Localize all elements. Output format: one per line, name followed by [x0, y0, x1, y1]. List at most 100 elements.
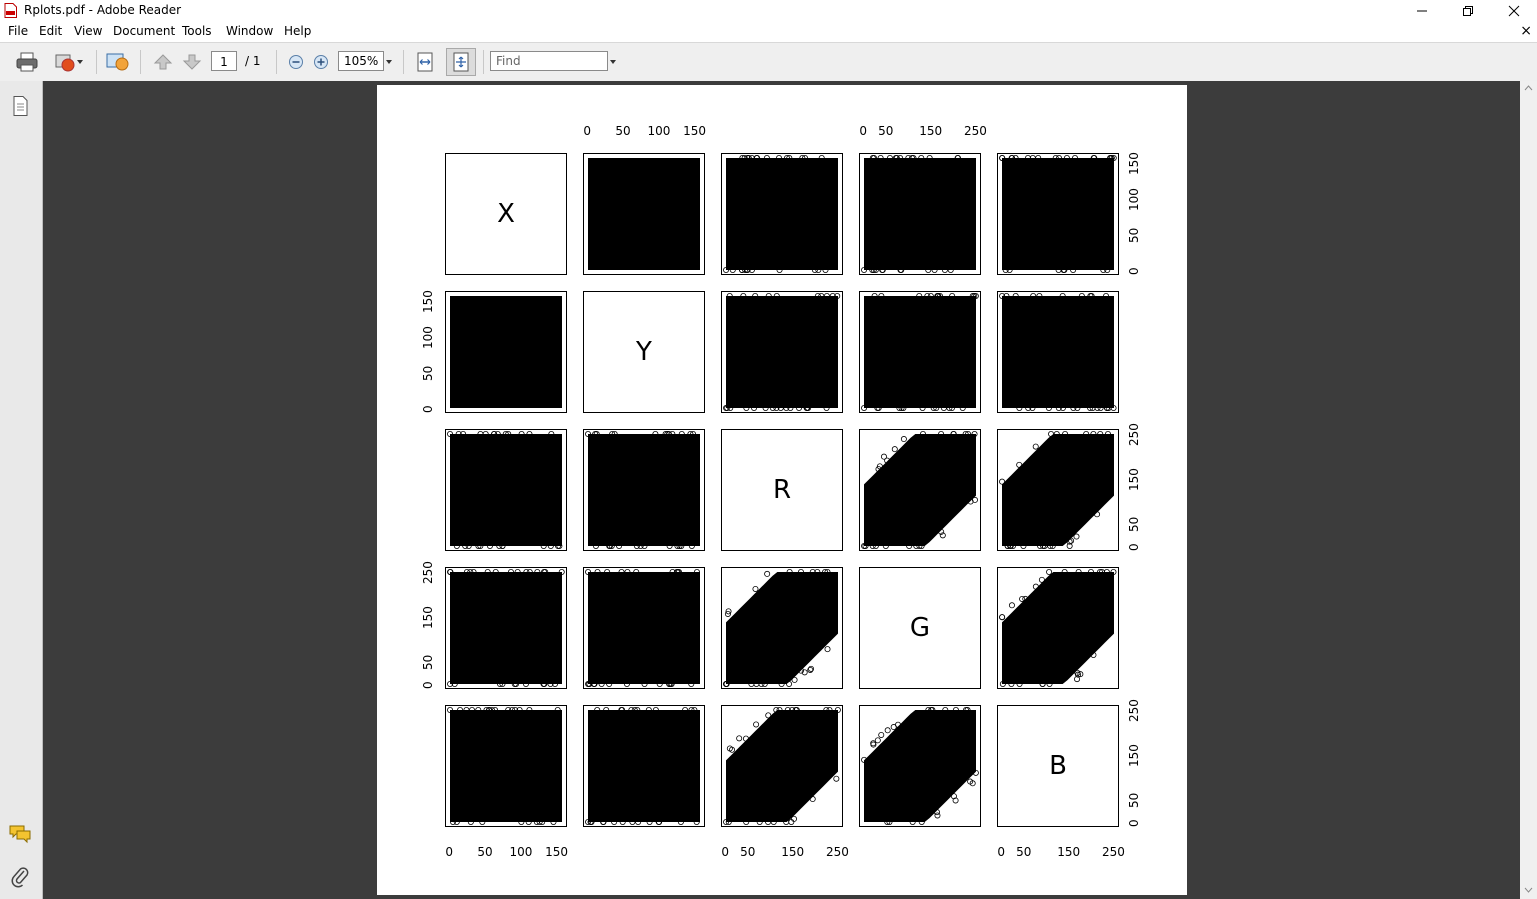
point-cloud — [1002, 572, 1114, 684]
pages-icon — [13, 96, 28, 116]
fit-width-button[interactable] — [413, 51, 437, 73]
next-page-button[interactable] — [179, 51, 205, 73]
point-cloud — [1002, 158, 1114, 270]
axis-tick-label-x: 150 — [1127, 152, 1141, 175]
menu-edit[interactable]: Edit — [39, 24, 62, 38]
toolbar-separator — [276, 50, 277, 74]
axis-tick-label-b: 0 — [1127, 818, 1141, 827]
find-options-button[interactable] — [608, 51, 618, 73]
data-point — [971, 496, 978, 503]
arrow-up-icon — [153, 54, 173, 70]
chevron-down-icon — [610, 60, 616, 64]
axis-tick-label-r: 250 — [1127, 423, 1141, 447]
data-point — [765, 712, 772, 719]
scatter-plot-area — [447, 569, 565, 688]
point-cloud — [864, 296, 976, 408]
point-cloud — [1002, 296, 1114, 408]
point-cloud — [1002, 434, 1114, 546]
data-point — [1073, 533, 1080, 540]
point-cloud — [588, 434, 700, 546]
data-point — [824, 646, 831, 653]
scatter-plot-area — [723, 293, 841, 412]
vertical-scrollbar[interactable] — [1520, 81, 1537, 899]
share-button[interactable] — [50, 51, 88, 73]
print-button[interactable] — [14, 51, 40, 73]
menu-file[interactable]: File — [8, 24, 28, 38]
fit-page-button[interactable] — [446, 48, 476, 76]
printer-icon — [16, 52, 38, 72]
zoom-dropdown-button[interactable] — [384, 51, 394, 73]
menu-window[interactable]: Window — [226, 24, 273, 38]
axis-tick-label-y: 100 — [647, 124, 671, 138]
point-cloud — [588, 572, 700, 684]
point-cloud — [726, 296, 838, 408]
find-input[interactable]: Find — [490, 51, 608, 71]
menu-document[interactable]: Document — [113, 24, 175, 38]
scatter-plot-area — [585, 707, 700, 826]
scatter-plot-area — [585, 569, 700, 688]
zoom-in-icon — [314, 55, 328, 69]
axis-tick-label-b: 0 — [997, 845, 1006, 859]
axis-tick-label-x: 50 — [477, 845, 493, 859]
page-total: / 1 — [245, 54, 261, 68]
fit-width-icon — [417, 52, 433, 72]
scatter-panel-g-r — [721, 567, 843, 689]
scatter-plot-area — [861, 155, 976, 274]
axis-tick-label-x: 50 — [1127, 227, 1141, 243]
scatter-plot-area — [999, 293, 1117, 412]
data-point — [1016, 461, 1023, 468]
scatter-panel-r-y — [583, 429, 705, 551]
axis-tick-label-g: 250 — [963, 124, 987, 138]
point-cloud — [450, 710, 562, 822]
point-cloud — [450, 296, 562, 408]
close-document-icon[interactable]: × — [1520, 23, 1532, 39]
collaborate-button[interactable] — [104, 51, 132, 73]
axis-tick-label-g: 50 — [878, 124, 894, 138]
close-window-button[interactable] — [1491, 0, 1537, 22]
toolbar-separator — [403, 50, 404, 74]
scatter-plot-area — [999, 155, 1117, 274]
restore-button[interactable] — [1445, 0, 1491, 22]
data-point — [752, 585, 759, 592]
menu-tools[interactable]: Tools — [182, 24, 212, 38]
scatter-panel-r-g — [859, 429, 981, 551]
comments-panel-button[interactable] — [8, 824, 32, 847]
comments-icon — [9, 825, 31, 844]
toolbar-separator — [140, 50, 141, 74]
scatter-plot-area — [861, 431, 978, 550]
page-number-input[interactable]: 1 — [211, 51, 237, 71]
scatter-panel-b-x — [445, 705, 567, 827]
zoom-in-button[interactable] — [310, 51, 332, 73]
scatter-plot-area — [723, 707, 841, 826]
scatter-panel-x-g — [859, 153, 981, 275]
diagonal-label-y: Y — [583, 291, 705, 413]
axis-tick-label-y: 100 — [421, 325, 435, 349]
pdf-file-icon — [4, 3, 17, 18]
data-point — [891, 446, 898, 453]
scatter-panel-x-r — [721, 153, 843, 275]
axis-tick-label-r: 150 — [781, 845, 805, 859]
zoom-level-input[interactable]: 105% — [338, 51, 384, 71]
point-cloud — [864, 434, 976, 546]
minimize-button[interactable] — [1399, 0, 1445, 22]
axis-tick-label-r: 250 — [825, 845, 849, 859]
data-point — [736, 735, 743, 742]
data-point — [890, 724, 897, 731]
axis-tick-label-x: 100 — [509, 845, 533, 859]
axis-tick-label-b: 150 — [1057, 845, 1081, 859]
attachments-panel-button[interactable] — [10, 866, 30, 891]
previous-page-button[interactable] — [150, 51, 176, 73]
menu-view[interactable]: View — [74, 24, 102, 38]
scatter-panel-b-r — [721, 705, 843, 827]
menu-help[interactable]: Help — [284, 24, 311, 38]
arrow-down-icon — [182, 54, 202, 70]
axis-tick-label-y: 50 — [421, 365, 435, 381]
title-bar: Rplots.pdf - Adobe Reader — [0, 0, 1537, 22]
pages-panel-button[interactable] — [10, 95, 30, 120]
point-cloud — [726, 710, 838, 822]
scatter-panel-b-g — [859, 705, 981, 827]
zoom-out-button[interactable] — [285, 51, 307, 73]
point-cloud — [588, 158, 700, 270]
share-icon — [55, 54, 75, 72]
toolbar-separator — [483, 50, 484, 74]
